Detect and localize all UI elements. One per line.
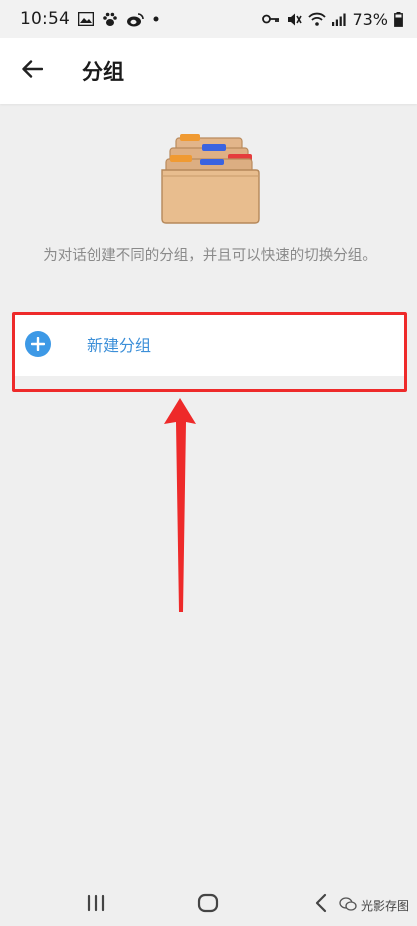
- status-left: 10:54: [20, 9, 160, 29]
- description-text: 为对话创建不同的分组，并且可以快速的切换分组。: [43, 248, 377, 264]
- status-time: 10:54: [20, 9, 70, 29]
- gallery-icon: [78, 12, 94, 26]
- folders-icon: [150, 126, 268, 230]
- mute-icon: [286, 12, 303, 27]
- page-title: 分组: [82, 60, 124, 84]
- key-icon: [262, 14, 280, 24]
- back-button[interactable]: [0, 38, 64, 104]
- recent-apps-icon: [86, 894, 106, 916]
- recent-apps-button[interactable]: [76, 885, 116, 925]
- status-bar: 10:54 73%: [0, 0, 417, 38]
- battery-percent: 73%: [352, 9, 388, 29]
- status-right: 73%: [262, 10, 403, 29]
- wifi-icon: [308, 12, 327, 26]
- system-back-button[interactable]: [301, 885, 341, 925]
- weibo-icon: [126, 12, 144, 27]
- highlight-box: [12, 312, 407, 392]
- watermark: 光影存图: [339, 897, 409, 914]
- signal-icon: [332, 13, 347, 26]
- battery-icon: [394, 11, 403, 27]
- red-arrow-annotation: [164, 398, 196, 612]
- app-bar: 分组: [0, 38, 417, 104]
- wechat-icon: [339, 897, 357, 914]
- home-button[interactable]: [188, 885, 228, 925]
- dot-icon: [152, 15, 160, 23]
- home-icon: [197, 893, 219, 917]
- back-icon: [314, 893, 328, 917]
- paw-icon: [102, 12, 118, 27]
- watermark-text: 光影存图: [360, 899, 409, 913]
- arrow-left-icon: [21, 60, 44, 82]
